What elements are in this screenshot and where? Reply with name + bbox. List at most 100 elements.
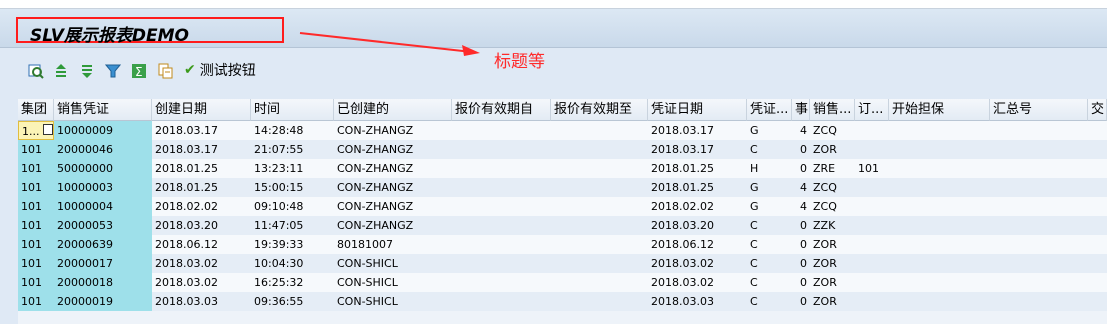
- table-cell[interactable]: 20000019: [54, 292, 152, 311]
- table-cell[interactable]: 20000017: [54, 254, 152, 273]
- column-header[interactable]: 汇总号: [990, 99, 1088, 121]
- table-cell[interactable]: 0: [792, 292, 810, 311]
- details-icon[interactable]: [26, 61, 46, 81]
- table-cell[interactable]: [855, 140, 889, 159]
- table-cell[interactable]: 21:07:55: [251, 140, 334, 159]
- table-cell[interactable]: ZOR: [810, 254, 855, 273]
- table-cell[interactable]: [1088, 273, 1107, 292]
- table-cell[interactable]: [452, 273, 551, 292]
- table-cell[interactable]: [855, 235, 889, 254]
- table-cell[interactable]: 13:23:11: [251, 159, 334, 178]
- table-cell[interactable]: [889, 216, 990, 235]
- table-cell[interactable]: 101: [18, 254, 54, 273]
- filter-icon[interactable]: [103, 61, 123, 81]
- table-cell[interactable]: 2018.03.17: [152, 121, 251, 140]
- table-cell[interactable]: ZOR: [810, 235, 855, 254]
- table-cell[interactable]: 10000009: [54, 121, 152, 140]
- table-cell[interactable]: ZOR: [810, 140, 855, 159]
- table-cell[interactable]: G: [747, 178, 792, 197]
- table-cell[interactable]: 0: [792, 216, 810, 235]
- table-cell[interactable]: 2018.01.25: [152, 178, 251, 197]
- value-help-icon[interactable]: [43, 124, 53, 135]
- column-header[interactable]: 报价有效期自: [452, 99, 551, 121]
- table-cell[interactable]: [990, 178, 1088, 197]
- table-cell[interactable]: 2018.06.12: [648, 235, 747, 254]
- table-cell[interactable]: CON-ZHANGZ: [334, 140, 452, 159]
- table-cell[interactable]: 2018.02.02: [152, 197, 251, 216]
- table-cell[interactable]: 80181007: [334, 235, 452, 254]
- table-cell[interactable]: 10000004: [54, 197, 152, 216]
- table-cell[interactable]: 09:36:55: [251, 292, 334, 311]
- column-header[interactable]: 报价有效期至: [551, 99, 648, 121]
- column-header[interactable]: 销售...: [810, 99, 855, 121]
- table-cell[interactable]: [551, 292, 648, 311]
- table-cell[interactable]: ZOR: [810, 273, 855, 292]
- table-cell[interactable]: C: [747, 216, 792, 235]
- table-cell[interactable]: 2018.03.17: [648, 140, 747, 159]
- table-cell[interactable]: 2018.03.02: [648, 254, 747, 273]
- table-cell[interactable]: CON-SHICL: [334, 273, 452, 292]
- table-cell[interactable]: 2018.01.25: [152, 159, 251, 178]
- table-cell[interactable]: C: [747, 292, 792, 311]
- table-cell[interactable]: [551, 159, 648, 178]
- column-header[interactable]: 凭证...: [747, 99, 792, 121]
- table-cell[interactable]: C: [747, 254, 792, 273]
- table-cell[interactable]: [855, 216, 889, 235]
- table-cell[interactable]: 20000018: [54, 273, 152, 292]
- table-cell[interactable]: [452, 254, 551, 273]
- table-cell[interactable]: [551, 235, 648, 254]
- table-cell[interactable]: G: [747, 197, 792, 216]
- table-cell[interactable]: 101: [18, 159, 54, 178]
- table-cell[interactable]: [990, 140, 1088, 159]
- table-cell[interactable]: [1088, 216, 1107, 235]
- table-cell[interactable]: 2018.03.02: [152, 273, 251, 292]
- table-cell[interactable]: 101: [18, 140, 54, 159]
- table-cell[interactable]: 0: [792, 159, 810, 178]
- table-cell[interactable]: 11:47:05: [251, 216, 334, 235]
- column-header[interactable]: 凭证日期: [648, 99, 747, 121]
- table-cell[interactable]: 20000046: [54, 140, 152, 159]
- column-header[interactable]: 开始担保: [889, 99, 990, 121]
- subtotal-icon[interactable]: [155, 61, 175, 81]
- table-cell[interactable]: [990, 235, 1088, 254]
- table-cell[interactable]: 101: [18, 197, 54, 216]
- table-cell[interactable]: CON-SHICL: [334, 292, 452, 311]
- sort-desc-icon[interactable]: [77, 61, 97, 81]
- table-cell[interactable]: 20000053: [54, 216, 152, 235]
- table-cell[interactable]: [990, 216, 1088, 235]
- table-cell[interactable]: CON-ZHANGZ: [334, 197, 452, 216]
- column-header[interactable]: 销售凭证: [54, 99, 152, 121]
- table-cell[interactable]: 2018.02.02: [648, 197, 747, 216]
- table-cell[interactable]: [551, 273, 648, 292]
- table-cell[interactable]: [889, 159, 990, 178]
- table-cell[interactable]: 16:25:32: [251, 273, 334, 292]
- table-cell[interactable]: [990, 197, 1088, 216]
- table-cell[interactable]: 2018.06.12: [152, 235, 251, 254]
- table-cell[interactable]: ZZK: [810, 216, 855, 235]
- table-cell[interactable]: C: [747, 235, 792, 254]
- table-cell[interactable]: CON-ZHANGZ: [334, 121, 452, 140]
- table-cell[interactable]: 2018.03.03: [152, 292, 251, 311]
- table-cell[interactable]: 10:04:30: [251, 254, 334, 273]
- table-cell[interactable]: 2018.03.03: [648, 292, 747, 311]
- table-cell[interactable]: [1088, 178, 1107, 197]
- table-cell[interactable]: 2018.03.20: [152, 216, 251, 235]
- table-cell[interactable]: 10000003: [54, 178, 152, 197]
- table-cell[interactable]: 101: [18, 216, 54, 235]
- table-cell[interactable]: [1088, 197, 1107, 216]
- table-cell[interactable]: 2018.03.20: [648, 216, 747, 235]
- table-cell[interactable]: 0: [792, 235, 810, 254]
- table-cell[interactable]: ZCQ: [810, 197, 855, 216]
- table-cell[interactable]: 50000000: [54, 159, 152, 178]
- table-cell[interactable]: [889, 140, 990, 159]
- table-cell[interactable]: 101: [18, 178, 54, 197]
- table-cell[interactable]: H: [747, 159, 792, 178]
- table-cell[interactable]: 2018.03.17: [648, 121, 747, 140]
- table-cell[interactable]: [990, 159, 1088, 178]
- table-cell[interactable]: CON-ZHANGZ: [334, 178, 452, 197]
- table-cell[interactable]: 4: [792, 121, 810, 140]
- table-cell[interactable]: ZCQ: [810, 121, 855, 140]
- table-cell[interactable]: [855, 197, 889, 216]
- table-cell[interactable]: [452, 121, 551, 140]
- table-cell[interactable]: 2018.03.02: [152, 254, 251, 273]
